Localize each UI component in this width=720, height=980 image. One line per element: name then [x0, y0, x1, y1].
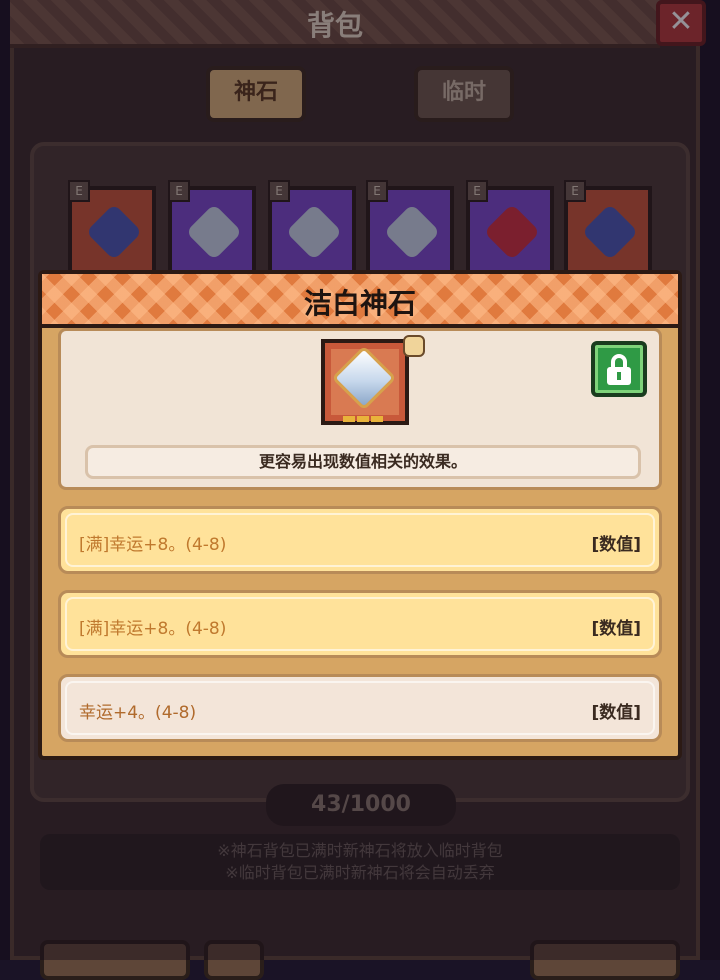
effect-text: 幸运+4。(4-8) [79, 703, 197, 723]
small-lock-icon [403, 335, 425, 357]
effect-text: [满]幸运+8。(4-8) [79, 619, 227, 639]
gem-description: 更容易出现数值相关的效果。 [85, 445, 641, 479]
effect-row[interactable]: 幸运+4。(4-8) [数值] [58, 674, 662, 742]
effect-tag: [数值] [591, 619, 641, 639]
gem-info-box: 更容易出现数值相关的效果。 [58, 328, 662, 490]
lock-toggle-button[interactable] [591, 341, 647, 397]
popup-header: 洁白神石 [42, 274, 678, 328]
effect-tag: [数值] [591, 703, 641, 723]
effect-text: [满]幸运+8。(4-8) [79, 535, 227, 555]
popup-title: 洁白神石 [303, 287, 416, 320]
lock-icon-keyhole [617, 372, 621, 380]
gem-level-pip [343, 416, 355, 422]
gem-tile [321, 339, 409, 425]
effect-tag: [数值] [591, 535, 641, 555]
gem-level-pip [371, 416, 383, 422]
effect-row[interactable]: [满]幸运+8。(4-8) [数值] [58, 506, 662, 574]
gem-level-pips [343, 407, 385, 426]
gem-level-pip [357, 416, 369, 422]
effect-row[interactable]: [满]幸运+8。(4-8) [数值] [58, 590, 662, 658]
gem-detail-popup: 洁白神石 更容易出现数值相关的效果。 [满]幸运+8。(4-8) [数值] [满… [38, 270, 682, 760]
